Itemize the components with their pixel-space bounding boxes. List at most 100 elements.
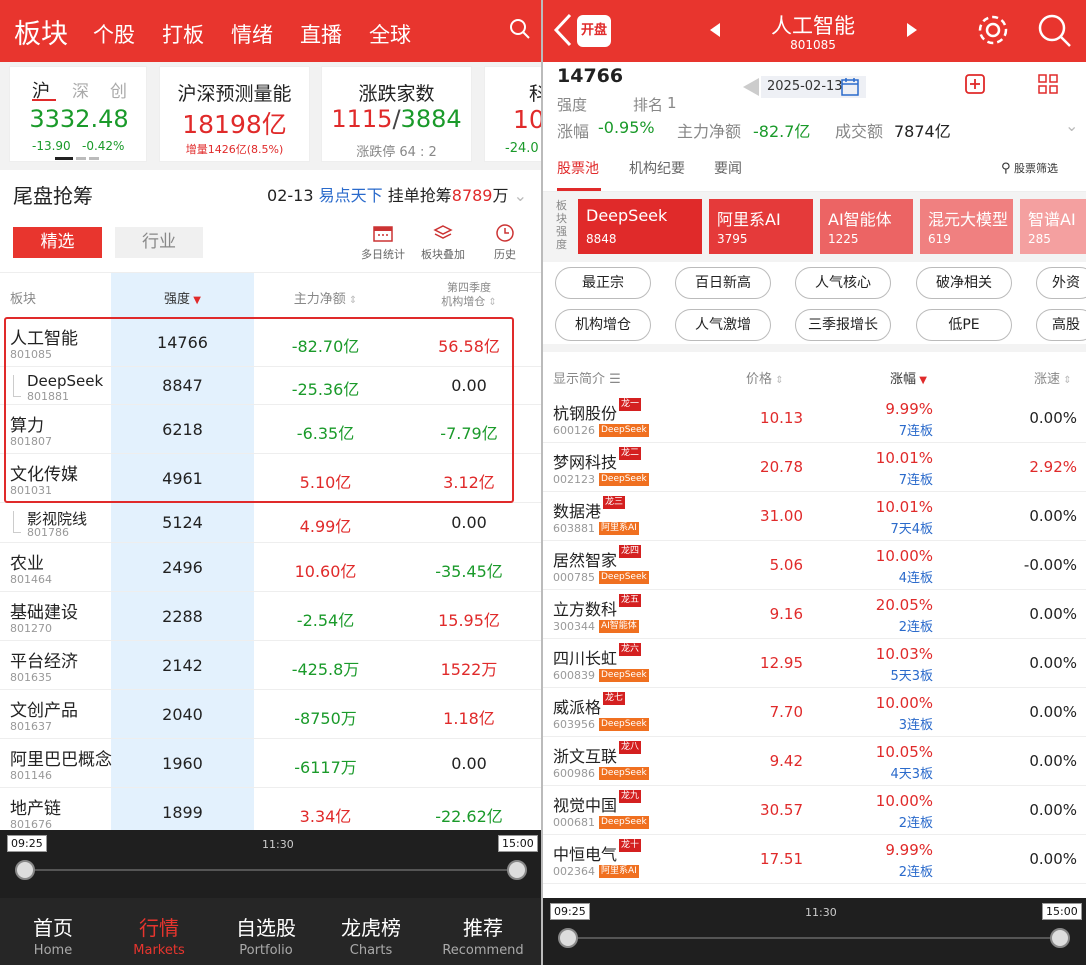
time-slider[interactable]: 09:25 11:30 15:00: [543, 898, 1086, 965]
table-row[interactable]: 阿里巴巴概念 801146 1960 -6117万 0.00: [0, 739, 541, 788]
tab-sentiment[interactable]: 情绪: [231, 19, 273, 49]
grid-icon[interactable]: [1037, 73, 1059, 95]
time-end-handle[interactable]: [507, 860, 527, 880]
stock-price: 20.78: [760, 458, 803, 476]
filter-chip[interactable]: 机构增仓: [555, 309, 651, 341]
sector-info: 14766 强度 排名 1 2025-02-13 涨幅 -0.95% 主力净额 …: [543, 62, 1086, 148]
stock-name: 浙文互联: [553, 747, 618, 766]
index-tab-sz[interactable]: 深: [72, 77, 89, 102]
filter-chip[interactable]: 百日新高: [675, 267, 771, 299]
tab-global[interactable]: 全球: [369, 19, 411, 49]
col-intro[interactable]: 显示简介 ☰: [553, 368, 621, 387]
stock-filter-button[interactable]: ⚲ 股票筛选: [1001, 160, 1058, 176]
tab-institution[interactable]: 机构纪要: [629, 158, 685, 178]
history-tool[interactable]: 历史: [475, 224, 535, 262]
filter-chip[interactable]: 高股: [1036, 309, 1086, 341]
tab-live[interactable]: 直播: [300, 19, 342, 49]
nav-portfolio[interactable]: 自选股 Portfolio: [216, 912, 316, 958]
stock-row[interactable]: 四川长虹 龙六 600839 DeepSeek 12.95 10.03% 5天3板 0.00%: [543, 639, 1086, 688]
filter-chip[interactable]: 外资: [1036, 267, 1086, 299]
table-row[interactable]: 文创产品 801637 2040 -8750万 1.18亿: [0, 690, 541, 739]
col-change[interactable]: 涨幅 ▼: [890, 368, 927, 387]
multi-day-tool[interactable]: 多日统计: [353, 224, 413, 262]
time-slider[interactable]: 09:25 11:30 15:00: [0, 830, 541, 898]
time-track: [25, 869, 517, 871]
filter-industry-button[interactable]: 行业: [115, 227, 203, 258]
time-start-handle[interactable]: [15, 860, 35, 880]
tab-board[interactable]: 打板: [162, 19, 204, 49]
sector-code: 801146: [10, 769, 52, 782]
section-info[interactable]: 02-13 易点天下 挂单抢筹8789万 ⌄: [267, 182, 527, 206]
updown-card[interactable]: 涨跌家数 1115/3884 涨跌停 64 : 2: [321, 66, 472, 162]
open-badge-icon[interactable]: 开盘: [577, 15, 611, 47]
sub-sector-band[interactable]: AI智能体 1225: [820, 199, 913, 254]
filter-chip[interactable]: 人气核心: [795, 267, 891, 299]
tab-stocks[interactable]: 个股: [93, 19, 135, 49]
filter-chip[interactable]: 最正宗: [555, 267, 651, 299]
stock-row[interactable]: 杭钢股份 龙一 600126 DeepSeek 10.13 9.99% 7连板 0.00%: [543, 394, 1086, 443]
nav-recommend[interactable]: 推荐 Recommend: [433, 912, 533, 958]
table-row[interactable]: 影视院线 801786 5124 4.99亿 0.00: [0, 503, 541, 543]
nav-charts[interactable]: 龙虎榜 Charts: [321, 912, 421, 958]
prev-sector-icon[interactable]: [708, 22, 722, 38]
time-end-handle[interactable]: [1050, 928, 1070, 948]
sector-strength: 1960: [162, 754, 203, 773]
stock-row[interactable]: 浙文互联 龙八 600986 DeepSeek 9.42 10.05% 4天3板 0.00%: [543, 737, 1086, 786]
multi-day-label: 多日统计: [361, 248, 405, 261]
filter-chip[interactable]: 三季报增长: [795, 309, 891, 341]
overlay-tool[interactable]: 板块叠加: [413, 224, 473, 262]
stock-price: 10.13: [760, 409, 803, 427]
nav-markets[interactable]: 行情 Markets: [109, 912, 209, 958]
index-change-pct: -0.42%: [82, 139, 125, 153]
sub-sector-band[interactable]: 阿里系AI 3795: [709, 199, 813, 254]
index-card[interactable]: 沪 深 创 3332.48 -13.90 -0.42%: [9, 66, 147, 162]
sub-sector-band[interactable]: DeepSeek 8848: [578, 199, 702, 254]
chevron-down-icon[interactable]: ⌄: [1065, 116, 1078, 135]
clock-icon: [496, 224, 514, 242]
filter-chip[interactable]: 低PE: [916, 309, 1012, 341]
chevron-down-icon[interactable]: ⌄: [514, 186, 527, 205]
tab-stock-pool[interactable]: 股票池: [557, 158, 599, 178]
stock-row[interactable]: 中恒电气 龙十 002364 阿里系AI 17.51 9.99% 2连板 0.00%: [543, 835, 1086, 884]
extra-sub: -24.0: [505, 141, 539, 156]
sub-sector-band[interactable]: 智谱AI 285: [1020, 199, 1086, 254]
change-value: -0.95%: [598, 118, 655, 137]
stock-row[interactable]: 视觉中国 龙九 000681 DeepSeek 30.57 10.00% 2连板 0.00%: [543, 786, 1086, 835]
calendar-icon[interactable]: [840, 77, 860, 97]
net-label: 主力净额: [677, 122, 742, 141]
stock-row[interactable]: 居然智家 龙四 000785 DeepSeek 5.06 10.00% 4连板 -0.00%: [543, 541, 1086, 590]
section-source[interactable]: 易点天下: [319, 186, 383, 205]
stock-row[interactable]: 数据港 龙三 603881 阿里系AI 31.00 10.01% 7天4板 0.00%: [543, 492, 1086, 541]
extra-card[interactable]: 科 10 -24.0: [484, 66, 541, 162]
tab-news[interactable]: 要闻: [714, 158, 742, 178]
stock-row[interactable]: 立方数科 龙五 300344 AI智能体 9.16 20.05% 2连板 0.00%: [543, 590, 1086, 639]
concept-tag: DeepSeek: [599, 816, 649, 829]
sub-sector-band[interactable]: 混元大模型 619: [920, 199, 1013, 254]
stock-row[interactable]: 威派格 龙七 603956 DeepSeek 7.70 10.00% 3连板 0.00%: [543, 688, 1086, 737]
stock-row[interactable]: 梦网科技 龙二 002123 DeepSeek 20.78 10.01% 7连板 2.92%: [543, 443, 1086, 492]
prev-date-icon[interactable]: [741, 77, 761, 97]
stock-code: 603881: [553, 522, 595, 535]
col-price[interactable]: 价格 ⇕: [746, 368, 784, 387]
gear-icon[interactable]: [975, 12, 1011, 48]
table-row[interactable]: 基础建设 801270 2288 -2.54亿 15.95亿: [0, 592, 541, 641]
sector-net: -425.8万: [291, 660, 360, 679]
next-sector-icon[interactable]: [905, 22, 919, 38]
filter-featured-button[interactable]: 精选: [13, 227, 102, 258]
col-speed[interactable]: 涨速 ⇕: [1034, 368, 1072, 387]
filter-chip[interactable]: 破净相关: [916, 267, 1012, 299]
add-icon[interactable]: [964, 73, 986, 95]
sector-strength: 5124: [162, 513, 203, 532]
search-icon[interactable]: [1036, 12, 1074, 50]
nav-home[interactable]: 首页 Home: [3, 912, 103, 958]
index-tab-cy[interactable]: 创: [110, 77, 127, 102]
stock-name: 梦网科技: [553, 453, 618, 472]
filter-chip[interactable]: 人气激增: [675, 309, 771, 341]
time-start-handle[interactable]: [558, 928, 578, 948]
table-row[interactable]: 农业 801464 2496 10.60亿 -35.45亿: [0, 543, 541, 592]
search-icon[interactable]: [509, 18, 531, 40]
table-row[interactable]: 平台经济 801635 2142 -425.8万 1522万: [0, 641, 541, 690]
volume-card[interactable]: 沪深预测量能 18198亿 增量1426亿(8.5%): [159, 66, 310, 162]
stock-code: 002123: [553, 473, 595, 486]
back-arrow-icon[interactable]: [553, 13, 573, 47]
